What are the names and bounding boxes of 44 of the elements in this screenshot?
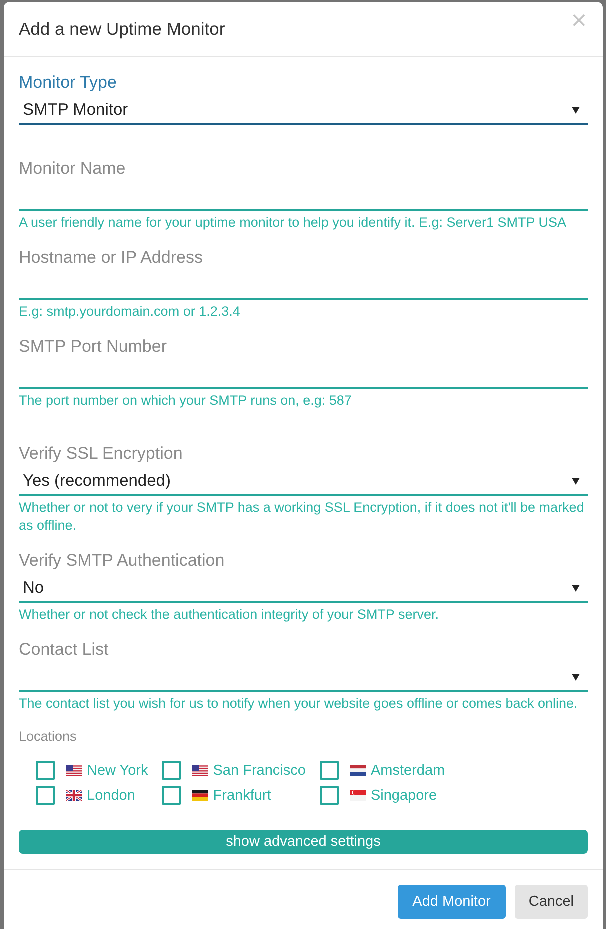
location-label[interactable]: Frankfurt: [213, 788, 272, 804]
cancel-button[interactable]: Cancel: [514, 885, 588, 919]
checkbox[interactable]: [320, 761, 339, 780]
submit-button[interactable]: Add Monitor: [398, 885, 506, 919]
flag-icon: [350, 765, 366, 776]
field-label: Hostname or IP Address: [19, 247, 204, 269]
help-text: The port number on which your SMTP runs on, e.g: 587: [19, 392, 353, 410]
field-label: Contact List: [19, 639, 110, 661]
help-text: The contact list you wish for us to notify when your website goes offline or comes back online.: [19, 695, 579, 713]
help-text: E.g: smtp.yourdomain.com or 1.2.3.4: [19, 303, 242, 321]
location-label[interactable]: Amsterdam: [370, 762, 446, 778]
checkbox[interactable]: [162, 786, 182, 805]
location-label[interactable]: Singapore: [370, 788, 438, 804]
caret-down-icon: [572, 674, 580, 680]
checkbox[interactable]: [36, 786, 55, 805]
flag-icon: [192, 765, 208, 776]
location-label[interactable]: New York: [87, 762, 148, 778]
flag-icon: [350, 790, 366, 801]
location-label[interactable]: London: [87, 788, 136, 804]
checkbox[interactable]: [36, 761, 55, 780]
flag-icon: [66, 790, 82, 801]
flag-icon: [192, 790, 208, 801]
help-text: Whether or not check the authentication integrity of your SMTP server.: [19, 606, 440, 624]
help-text: A user friendly name for your uptime monitor to help you identify it. E.g: Server1 SMTP USA: [19, 214, 568, 232]
checkbox[interactable]: [162, 761, 182, 780]
field-label: Verify SMTP Authentication: [19, 550, 226, 572]
advanced-settings-button[interactable]: show advanced settings: [19, 830, 588, 854]
select-field[interactable]: Yes (recommended): [19, 465, 588, 496]
checkbox[interactable]: [320, 786, 339, 805]
field-label: Monitor Name: [19, 158, 127, 180]
field-label: Monitor Type: [19, 72, 118, 94]
select-field[interactable]: SMTP Monitor: [19, 94, 588, 125]
location-label[interactable]: San Francisco: [213, 762, 306, 778]
caret-down-icon: [572, 584, 580, 592]
caret-down-icon: [572, 478, 580, 484]
field-label: SMTP Port Number: [19, 336, 168, 358]
caret-down-icon: [572, 106, 580, 114]
select-field[interactable]: No: [19, 572, 588, 603]
modal-title: Add a new Uptime Monitor: [19, 18, 226, 41]
help-text: Whether or not to very if your SMTP has a working SSL Encryption, if it does not it'll be marked as offline.: [19, 499, 586, 535]
flag-icon: [66, 765, 82, 776]
close-button[interactable]: ×: [570, 9, 588, 31]
field-label: Verify SSL Encryption: [19, 443, 184, 465]
locations-label: Locations: [19, 728, 78, 746]
